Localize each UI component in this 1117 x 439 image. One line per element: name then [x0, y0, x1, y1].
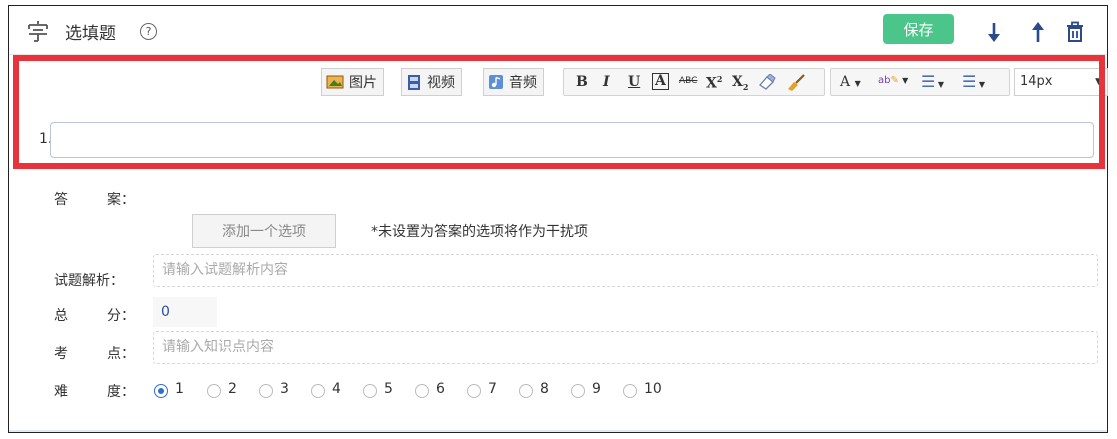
question-stem-input[interactable]: [50, 122, 1094, 158]
difficulty-label-5: 5: [384, 381, 393, 397]
difficulty-radio-8[interactable]: [519, 384, 533, 398]
difficulty-label-part1: 难: [54, 384, 68, 400]
difficulty-label-part2: 度：: [107, 384, 135, 400]
trash-icon[interactable]: [1065, 21, 1085, 43]
difficulty-radio-2[interactable]: [207, 384, 221, 398]
difficulty-radio-10[interactable]: [623, 384, 637, 398]
difficulty-radio-4[interactable]: [311, 384, 325, 398]
difficulty-radio-9[interactable]: [571, 384, 585, 398]
answer-label-part2: 案：: [107, 192, 135, 208]
panel-bottom-border: [9, 430, 1107, 432]
analysis-label: 试题解析：: [54, 273, 124, 289]
save-button[interactable]: 保存: [883, 14, 954, 44]
score-label-part2: 分：: [107, 308, 135, 324]
help-icon[interactable]: ?: [140, 23, 157, 40]
difficulty-radio-5[interactable]: [363, 384, 377, 398]
question-editor-panel: 选填题 ? 保存 图片 视频 音频 B I U A ABC X2 X2 A ▼ …: [8, 5, 1108, 433]
difficulty-radio-3[interactable]: [259, 384, 273, 398]
question-type-title: 选填题: [65, 24, 116, 44]
arrow-down-icon[interactable]: [984, 21, 1004, 43]
score-label-part1: 总: [54, 308, 68, 324]
knowledge-input[interactable]: 请输入知识点内容: [153, 331, 1098, 364]
difficulty-label-3: 3: [280, 381, 289, 397]
distractor-note: *未设置为答案的选项将作为干扰项: [371, 224, 588, 240]
analysis-input[interactable]: 请输入试题解析内容: [153, 254, 1098, 287]
add-option-button[interactable]: 添加一个选项: [192, 214, 336, 248]
knowledge-label-part1: 考: [54, 346, 68, 362]
difficulty-radio-1[interactable]: [154, 384, 168, 398]
drag-handle-icon[interactable]: [26, 20, 50, 42]
knowledge-label-part2: 点：: [107, 346, 135, 362]
arrow-up-icon[interactable]: [1028, 21, 1048, 43]
answer-label-part1: 答: [54, 192, 68, 208]
difficulty-label-2: 2: [228, 381, 237, 397]
difficulty-label-8: 8: [540, 381, 549, 397]
difficulty-label-10: 10: [644, 381, 662, 397]
difficulty-label-4: 4: [332, 381, 341, 397]
question-header: 选填题 ? 保存: [9, 6, 1107, 55]
difficulty-label-1: 1: [175, 381, 184, 397]
difficulty-radio-6[interactable]: [415, 384, 429, 398]
difficulty-label-9: 9: [592, 381, 601, 397]
difficulty-radio-7[interactable]: [467, 384, 481, 398]
difficulty-label-7: 7: [488, 381, 497, 397]
score-value[interactable]: 0: [153, 297, 217, 327]
difficulty-label-6: 6: [436, 381, 445, 397]
